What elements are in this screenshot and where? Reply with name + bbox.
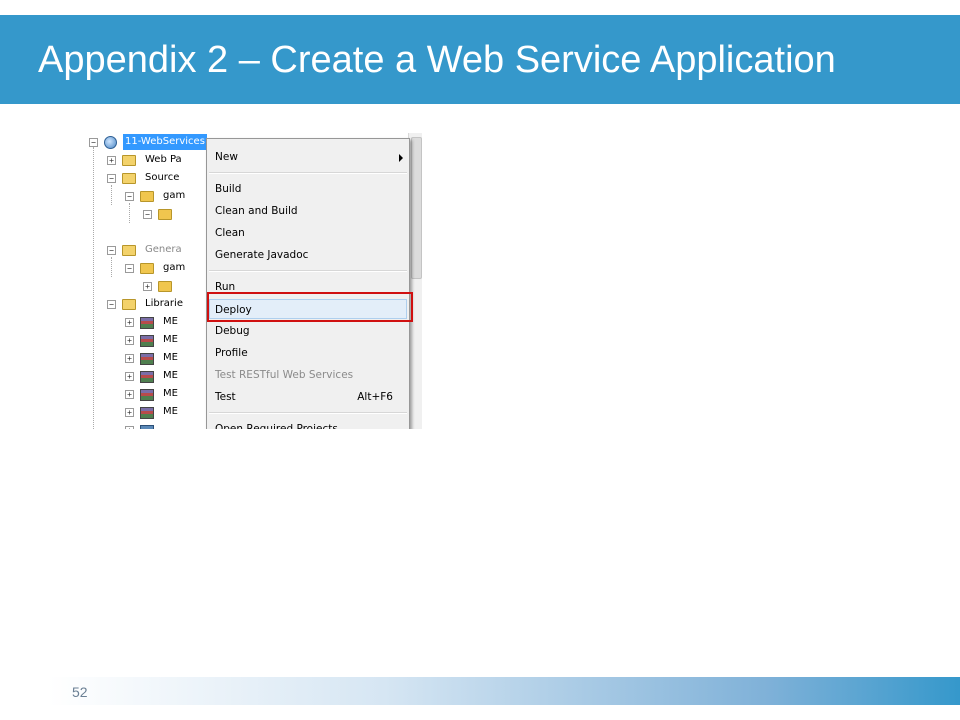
menu-item-debug[interactable]: Debug	[209, 321, 407, 341]
expand-toggle-icon[interactable]: +	[125, 336, 134, 345]
menu-item-label: New	[215, 151, 238, 163]
library-icon	[140, 317, 154, 329]
menu-item-label: Clean	[215, 227, 245, 239]
tree-label[interactable]: ME	[163, 368, 178, 384]
menu-item-label: Build	[215, 183, 242, 195]
package-icon	[158, 209, 172, 220]
package-icon	[140, 263, 154, 274]
collapse-toggle-icon[interactable]: −	[107, 174, 116, 183]
tree-label-project[interactable]: 11-WebServices	[123, 134, 207, 150]
page-number: 52	[72, 684, 88, 700]
footer-bar	[0, 677, 960, 705]
submenu-arrow-icon	[399, 154, 403, 162]
expand-toggle-icon[interactable]: +	[125, 372, 134, 381]
menu-separator	[209, 270, 407, 272]
collapse-toggle-icon[interactable]: −	[125, 192, 134, 201]
menu-item-profile[interactable]: Profile	[209, 343, 407, 363]
context-menu: New Build Clean and Build Clean Generate…	[206, 138, 410, 429]
tree-label[interactable]: Web Pa	[145, 152, 182, 168]
jar-icon	[140, 425, 154, 429]
library-icon	[140, 353, 154, 365]
menu-item-label: Test	[215, 391, 236, 403]
library-icon	[140, 335, 154, 347]
expand-toggle-icon[interactable]: +	[125, 318, 134, 327]
expand-toggle-icon[interactable]: +	[125, 426, 134, 429]
menu-item-test[interactable]: Test Alt+F6	[209, 387, 407, 407]
menu-item-new[interactable]: New	[209, 147, 407, 167]
menu-item-label: Clean and Build	[215, 205, 298, 217]
ide-screenshot: − 11-WebServices + Web Pa − Source − gam…	[82, 133, 422, 429]
menu-separator	[209, 412, 407, 414]
tree-guide-line	[129, 203, 130, 223]
collapse-toggle-icon[interactable]: −	[125, 264, 134, 273]
menu-item-build[interactable]: Build	[209, 179, 407, 199]
tree-label[interactable]: ME	[163, 350, 178, 366]
menu-item-label: Profile	[215, 347, 248, 359]
expand-toggle-icon[interactable]: +	[125, 408, 134, 417]
tree-label[interactable]: ME	[163, 314, 178, 330]
folder-icon	[122, 173, 136, 184]
deploy-highlight-box	[207, 292, 413, 322]
menu-item-generate-javadoc[interactable]: Generate Javadoc	[209, 245, 407, 265]
slide-title: Appendix 2 – Create a Web Service Applic…	[38, 39, 836, 81]
library-icon	[140, 407, 154, 419]
folder-icon	[122, 245, 136, 256]
tree-guide-line	[111, 185, 112, 205]
menu-item-shortcut: Alt+F6	[357, 391, 393, 403]
web-project-icon	[104, 136, 117, 149]
menu-separator	[209, 172, 407, 174]
project-tree: − 11-WebServices + Web Pa − Source − gam…	[82, 133, 212, 429]
package-icon	[140, 191, 154, 202]
expand-toggle-icon[interactable]: +	[107, 156, 116, 165]
collapse-toggle-icon[interactable]: −	[143, 210, 152, 219]
menu-item-label: Test RESTful Web Services	[215, 369, 354, 381]
menu-item-label: Generate Javadoc	[215, 249, 309, 261]
menu-item-label: Open Required Projects	[215, 423, 338, 429]
tree-label[interactable]: Source	[145, 170, 179, 186]
tree-label[interactable]: ME	[163, 404, 178, 420]
tree-label[interactable]: Genera	[145, 242, 182, 258]
menu-item-label: Debug	[215, 325, 250, 337]
expand-toggle-icon[interactable]: +	[125, 390, 134, 399]
tree-label[interactable]: ME	[163, 386, 178, 402]
tree-label[interactable]: gam	[163, 188, 185, 204]
menu-item-test-restful: Test RESTful Web Services	[209, 365, 407, 385]
libraries-folder-icon	[122, 299, 136, 310]
tree-label[interactable]: gam	[163, 260, 185, 276]
tree-label[interactable]: Librarie	[145, 296, 183, 312]
collapse-toggle-icon[interactable]: −	[107, 300, 116, 309]
tree-label[interactable]: ME	[163, 332, 178, 348]
menu-item-clean-and-build[interactable]: Clean and Build	[209, 201, 407, 221]
vertical-scrollbar[interactable]	[408, 133, 422, 429]
expand-toggle-icon[interactable]: +	[125, 354, 134, 363]
menu-item-open-required-projects[interactable]: Open Required Projects	[209, 419, 407, 429]
scrollbar-thumb[interactable]	[411, 137, 422, 279]
folder-icon	[122, 155, 136, 166]
collapse-toggle-icon[interactable]: −	[107, 246, 116, 255]
menu-item-clean[interactable]: Clean	[209, 223, 407, 243]
tree-guide-line	[111, 257, 112, 277]
library-icon	[140, 389, 154, 401]
library-icon	[140, 371, 154, 383]
package-icon	[158, 281, 172, 292]
expand-toggle-icon[interactable]: +	[143, 282, 152, 291]
tree-guide-line	[93, 147, 94, 429]
collapse-toggle-icon[interactable]: −	[89, 138, 98, 147]
